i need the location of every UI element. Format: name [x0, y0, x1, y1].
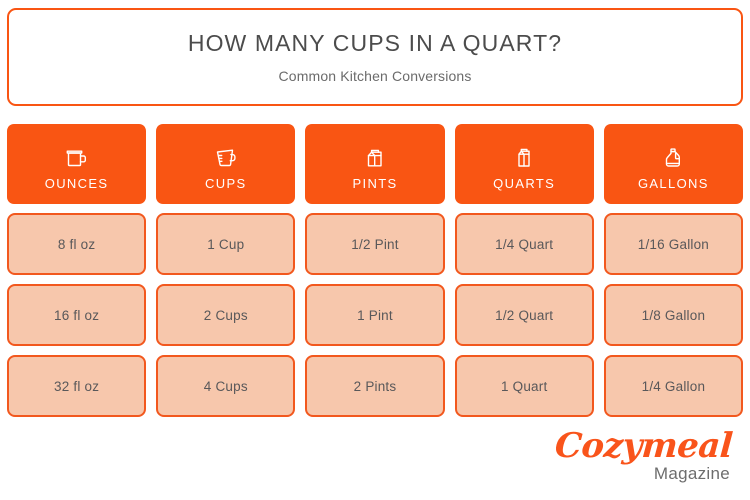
table-cell: 1 Cup	[156, 213, 296, 275]
cell-value: 1/16 Gallon	[637, 236, 710, 252]
page-subtitle: Common Kitchen Conversions	[278, 67, 472, 84]
column-header-gallons: GALLONS	[603, 124, 743, 204]
table-cell: 1/4 Gallon	[603, 355, 743, 417]
cell-value: 16 fl oz	[54, 307, 100, 323]
cell-value: 2 Cups	[203, 307, 248, 323]
table-cell: 1 Quart	[454, 355, 594, 417]
cell-value: 1/8 Gallon	[641, 307, 706, 323]
cell-value: 4 Cups	[203, 378, 248, 394]
logo-brand-text: Cozymeal	[553, 426, 734, 466]
conversion-infographic: HOW MANY CUPS IN A QUART? Common Kitchen…	[0, 0, 750, 500]
table-cell: 2 Cups	[156, 284, 296, 346]
cell-value: 1 Cup	[207, 236, 245, 252]
table-cell: 1/8 Gallon	[603, 284, 743, 346]
column-header-label: PINTS	[352, 176, 398, 191]
cell-value: 1/2 Quart	[495, 307, 554, 323]
conversion-grid: OUNCES CUPS PINTS QUARTS GALLONS 8 fl oz…	[7, 124, 743, 417]
page-title: HOW MANY CUPS IN A QUART?	[187, 30, 563, 57]
cell-value: 1 Pint	[357, 307, 393, 323]
table-cell: 1/2 Pint	[305, 213, 445, 275]
measuring-cup-icon	[213, 141, 239, 171]
measuring-pitcher-icon	[64, 141, 90, 171]
column-header-label: OUNCES	[44, 176, 109, 191]
table-cell: 4 Cups	[156, 355, 296, 417]
table-cell: 2 Pints	[305, 355, 445, 417]
table-cell: 1/2 Quart	[454, 284, 594, 346]
table-cell: 1 Pint	[305, 284, 445, 346]
column-header-quarts: QUARTS	[454, 124, 594, 204]
cell-value: 8 fl oz	[57, 236, 96, 252]
column-header-pints: PINTS	[305, 124, 445, 204]
table-cell: 8 fl oz	[7, 213, 147, 275]
column-header-label: GALLONS	[637, 176, 709, 191]
cell-value: 2 Pints	[353, 378, 397, 394]
column-header-ounces: OUNCES	[7, 124, 147, 204]
column-header-label: QUARTS	[493, 176, 556, 191]
cell-value: 1/4 Quart	[495, 236, 554, 252]
cozymeal-logo: Cozymeal Magazine	[553, 426, 734, 483]
column-header-cups: CUPS	[156, 124, 296, 204]
table-cell: 16 fl oz	[7, 284, 147, 346]
cell-value: 32 fl oz	[54, 378, 100, 394]
gallon-jug-icon	[660, 141, 686, 171]
cell-value: 1 Quart	[500, 378, 548, 394]
logo-tagline-text: Magazine	[653, 464, 730, 483]
cell-value: 1/2 Pint	[351, 236, 399, 252]
column-header-label: CUPS	[205, 176, 247, 191]
title-card: HOW MANY CUPS IN A QUART? Common Kitchen…	[7, 8, 743, 106]
pint-carton-icon	[362, 141, 388, 171]
cell-value: 1/4 Gallon	[641, 378, 706, 394]
table-cell: 1/4 Quart	[454, 213, 594, 275]
quart-carton-icon	[511, 141, 537, 171]
table-cell: 1/16 Gallon	[603, 213, 743, 275]
table-cell: 32 fl oz	[7, 355, 147, 417]
